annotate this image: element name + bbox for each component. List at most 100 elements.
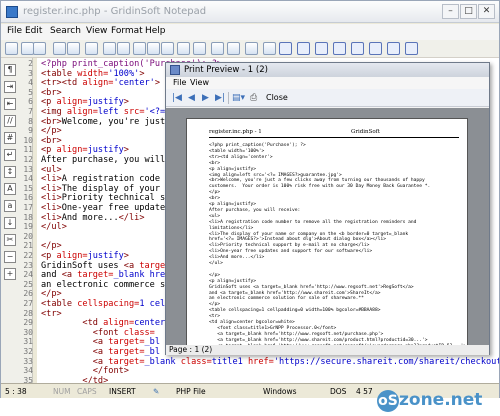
code-line: </font> xyxy=(92,366,129,377)
last-page-button[interactable]: ▶| xyxy=(215,92,225,104)
toolbar xyxy=(1,40,499,58)
page-header-company: GridinSoft xyxy=(351,129,380,135)
code-line: <p align=justify> xyxy=(41,251,129,261)
print-icon[interactable] xyxy=(85,42,98,55)
menu-search[interactable]: Search xyxy=(50,26,81,36)
wrap-icon[interactable]: ↵ xyxy=(4,149,16,161)
page-text-line: <td align=center bgcolor=white> xyxy=(209,320,295,325)
preview-toolbar: |◀ ◀ ▶ ▶| ▤▾ ⎙ Close xyxy=(166,89,489,107)
lowercase-icon[interactable]: a xyxy=(4,200,16,212)
new-file-icon[interactable] xyxy=(5,42,18,55)
trim-icon[interactable]: ✂ xyxy=(4,234,16,246)
menu-format[interactable]: Format xyxy=(111,26,143,36)
panel-f4-icon[interactable] xyxy=(333,42,346,55)
menu-view[interactable]: View xyxy=(86,26,107,36)
line-number: 7 xyxy=(28,107,33,116)
indent-icon[interactable]: ⇥ xyxy=(4,81,16,93)
print-icon[interactable]: ⎙ xyxy=(250,92,257,104)
panel-f8-icon[interactable] xyxy=(405,42,418,55)
sort-icon[interactable]: ↕ xyxy=(4,166,16,178)
num-lock-indicator: NUM xyxy=(53,387,71,396)
code-line: </p> xyxy=(41,289,62,300)
page-text-line: and <a target=_blank href='http://www.sh… xyxy=(209,290,381,296)
code-line: <table cellspacing=1 cel xyxy=(41,299,166,309)
sort-desc-icon[interactable]: ↓ xyxy=(4,217,16,229)
paste-icon[interactable] xyxy=(161,42,174,55)
preview-menu-bar: File View xyxy=(166,77,489,89)
minimize-button[interactable]: – xyxy=(442,4,459,19)
previous-page-button[interactable]: ◀ xyxy=(188,92,195,104)
insert-mode-indicator: INSERT xyxy=(109,387,136,396)
page-text-line: <li>And more...</li> xyxy=(209,255,265,261)
code-line: </p> xyxy=(41,126,62,137)
menu-help[interactable]: Help xyxy=(145,26,166,36)
line-number: 25 xyxy=(23,279,33,289)
hash-icon[interactable]: # xyxy=(4,132,16,144)
line-number: 3 xyxy=(28,68,33,78)
line-number: 30 xyxy=(23,327,33,337)
format-icon[interactable] xyxy=(227,42,240,55)
menu-edit[interactable]: Edit xyxy=(25,26,42,36)
close-preview-button[interactable]: Close xyxy=(266,93,288,102)
page-text-line: <a target=_blank href='http://www.regsof… xyxy=(209,331,384,337)
panel-f6-icon[interactable] xyxy=(369,42,382,55)
code-line: <tr><td align='center'> xyxy=(41,78,161,89)
panel-f1-icon[interactable] xyxy=(279,42,292,55)
page-text-line: <li>Priority technical support by e-mail… xyxy=(209,243,370,249)
uppercase-icon[interactable]: A xyxy=(4,183,16,195)
line-number: 31 xyxy=(23,337,33,347)
print-preview-window: Print Preview - 1 (2) File View |◀ ◀ ▶ ▶… xyxy=(165,62,490,355)
save-all-icon[interactable] xyxy=(67,42,80,55)
title-bar: register.inc.php - GridinSoft Notepad – … xyxy=(1,1,499,23)
preview-menu-view[interactable]: View xyxy=(190,78,209,87)
page-text-line: <ul> xyxy=(209,213,221,219)
preview-menu-file[interactable]: File xyxy=(173,78,186,87)
find-icon[interactable] xyxy=(177,42,190,55)
bookmark-icon[interactable] xyxy=(211,42,224,55)
panel-f7-icon[interactable] xyxy=(387,42,400,55)
line-number: 4 xyxy=(28,78,33,88)
preview-status: Page : 1 (2) xyxy=(166,345,489,355)
line-number: 11 xyxy=(23,145,33,155)
line-number: 2 xyxy=(28,59,33,68)
line-number: 6 xyxy=(28,97,33,107)
code-line: <p align=justify> xyxy=(41,145,129,156)
menu-file[interactable]: File xyxy=(7,26,22,36)
collapse-icon[interactable]: − xyxy=(4,251,16,263)
line-number: 29 xyxy=(23,318,33,328)
code-line: <img align=left src='<?= xyxy=(41,107,166,117)
expand-icon[interactable]: + xyxy=(4,268,16,280)
line-number: 15 xyxy=(23,183,33,193)
undo-icon[interactable] xyxy=(103,42,116,55)
panel-f5-icon[interactable] xyxy=(351,42,364,55)
comment-icon[interactable]: // xyxy=(4,115,16,127)
panel-f2-icon[interactable] xyxy=(297,42,310,55)
code-line: </td> xyxy=(82,375,109,383)
code-line: <p align=justify> xyxy=(41,97,129,108)
line-number: 26 xyxy=(23,289,33,299)
copy-icon[interactable] xyxy=(147,42,160,55)
redo-icon[interactable] xyxy=(117,42,130,55)
outdent-icon[interactable]: ⇤ xyxy=(4,98,16,110)
line-number: 33 xyxy=(23,356,33,366)
dropdown-icon[interactable] xyxy=(33,42,46,55)
code-line: <li>A registration code xyxy=(41,174,161,185)
pilcrow-icon[interactable]: ¶ xyxy=(4,64,16,76)
code-line: <ul> xyxy=(41,164,62,175)
preview-title: Print Preview - 1 (2) xyxy=(166,63,489,77)
watermark-badge: oS xyxy=(377,390,399,412)
page-text-line: <li>The display of your name or company … xyxy=(209,231,409,237)
cut-icon[interactable] xyxy=(133,42,146,55)
replace-icon[interactable] xyxy=(193,42,206,55)
page-layout-icon[interactable]: ▤▾ xyxy=(232,92,245,104)
settings-icon[interactable] xyxy=(263,42,276,55)
page-text-line: limitations</li> xyxy=(209,225,254,231)
save-icon[interactable] xyxy=(53,42,66,55)
next-page-button[interactable]: ▶ xyxy=(202,92,209,104)
panel-f3-icon[interactable] xyxy=(315,42,328,55)
first-page-button[interactable]: |◀ xyxy=(172,92,182,104)
close-button[interactable]: ✕ xyxy=(478,4,495,19)
maximize-button[interactable]: □ xyxy=(460,4,477,19)
code-icon[interactable] xyxy=(245,42,258,55)
line-number: 13 xyxy=(23,164,33,174)
